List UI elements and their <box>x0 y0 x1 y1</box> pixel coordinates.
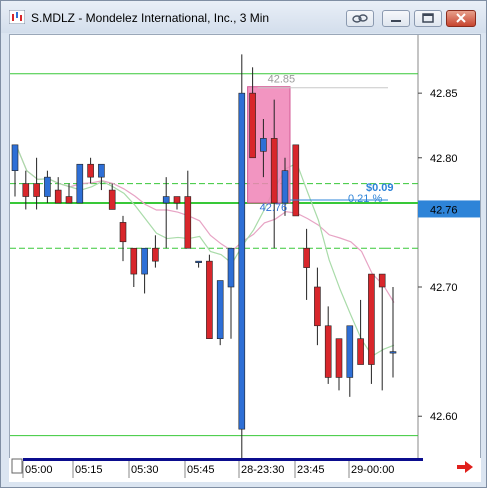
candlestick-chart[interactable]: 42.8542.8042.7042.6042.8542.76$0.090.21 … <box>10 35 480 461</box>
candle-body[interactable] <box>227 247 235 288</box>
candle-body[interactable] <box>87 163 94 178</box>
link-button[interactable] <box>346 10 374 27</box>
time-tick-label: 29-00:00 <box>351 464 394 476</box>
candle-body[interactable] <box>270 138 278 204</box>
close-button[interactable] <box>446 10 476 27</box>
time-tick-label: 28-23:30 <box>241 464 284 476</box>
time-tick-label: 05:30 <box>131 464 159 476</box>
candle-body[interactable] <box>141 247 148 275</box>
price-tick-label: 42.80 <box>430 153 458 165</box>
candle-body[interactable] <box>335 338 343 378</box>
candle-body[interactable] <box>324 325 332 378</box>
candle-body[interactable] <box>292 144 300 217</box>
candle-body[interactable] <box>152 247 159 262</box>
candle-body[interactable] <box>195 260 202 263</box>
candle-body[interactable] <box>173 196 181 204</box>
candle-body[interactable] <box>281 170 289 204</box>
candle-body[interactable] <box>357 338 364 365</box>
candle-body[interactable] <box>11 144 19 171</box>
candle-body[interactable] <box>33 183 40 197</box>
candle-body[interactable] <box>119 222 127 243</box>
chart-area[interactable]: 42.85 42.80 42.70 42.60 42.85 42.76 $0.09 0.21 … <box>9 34 481 462</box>
candle-body[interactable] <box>130 247 138 275</box>
time-axis-bar[interactable]: 05:00 05:15 05:30 05:45 28-23:30 23:45 29-00:0… <box>9 458 481 482</box>
candle-body[interactable] <box>206 260 213 339</box>
time-tick-label: 23:45 <box>297 464 325 476</box>
title-bar[interactable]: S.MDLZ - Mondelez International, Inc., 3… <box>1 1 486 33</box>
candle-body[interactable] <box>162 196 170 204</box>
time-axis-scroll-bar <box>23 458 423 461</box>
price-tick-label: 42.85 <box>430 88 458 100</box>
candle-body[interactable] <box>368 273 375 365</box>
link-icon <box>352 14 368 23</box>
candle-body[interactable] <box>389 351 397 354</box>
price-tick-label: 42.60 <box>430 411 458 423</box>
candle-body[interactable] <box>260 138 267 152</box>
change-percent-label: 0.21 % <box>348 193 382 205</box>
moving-average-line <box>15 144 395 303</box>
candle-body[interactable] <box>108 189 116 210</box>
candle-body[interactable] <box>314 286 321 327</box>
window-title: S.MDLZ - Mondelez International, Inc., 3… <box>31 11 270 25</box>
candle-body[interactable] <box>378 273 386 288</box>
selection-high-label: 42.85 <box>268 74 296 86</box>
candle-body[interactable] <box>76 163 84 204</box>
time-axis: 05:00 05:15 05:30 05:45 28-23:30 23:45 29-00:0… <box>11 458 423 478</box>
minimize-icon <box>391 20 401 22</box>
chart-app-icon <box>9 10 25 24</box>
scroll-right-arrow-icon[interactable] <box>456 460 474 474</box>
candle-body[interactable] <box>65 196 73 204</box>
candle-body[interactable] <box>22 183 30 197</box>
time-tick-label: 05:15 <box>75 464 103 476</box>
moving-average-line <box>15 144 395 357</box>
candle-body[interactable] <box>303 247 310 268</box>
selection-low-label: 42.76 <box>260 202 288 214</box>
candle-body[interactable] <box>216 280 224 339</box>
chart-window: S.MDLZ - Mondelez International, Inc., 3… <box>0 0 487 488</box>
price-tick-label: 42.70 <box>430 282 458 294</box>
minimize-button[interactable] <box>382 10 410 27</box>
restore-button[interactable] <box>414 10 442 27</box>
candle-body[interactable] <box>54 189 62 204</box>
candle-body[interactable] <box>346 325 354 378</box>
time-tick-label: 05:45 <box>187 464 215 476</box>
candle-body[interactable] <box>44 176 51 197</box>
restore-icon <box>422 13 434 23</box>
candle-body[interactable] <box>238 92 246 430</box>
close-icon <box>456 13 466 23</box>
candle-body[interactable] <box>249 92 256 159</box>
candle-body[interactable] <box>184 196 192 249</box>
current-price-label: 42.76 <box>430 204 458 216</box>
candle-body[interactable] <box>98 163 105 178</box>
time-axis-start-box <box>11 458 23 474</box>
time-tick-label: 05:00 <box>25 464 53 476</box>
